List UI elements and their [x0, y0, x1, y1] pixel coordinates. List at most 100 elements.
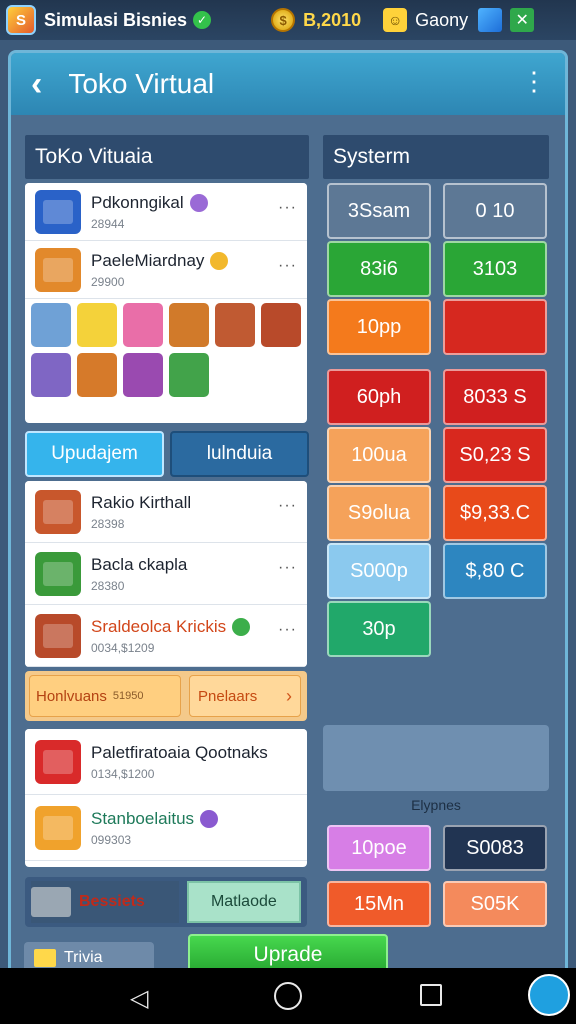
truck-icon[interactable]: [31, 303, 71, 347]
item-name: Pdkonngikal: [91, 192, 184, 212]
nav-back-icon[interactable]: ◁: [130, 984, 148, 1013]
green-box-icon[interactable]: [169, 353, 209, 397]
item-sub: 28944: [91, 216, 125, 231]
right-section-title: Systerm: [323, 135, 549, 179]
system-button[interactable]: 3Ssam: [327, 183, 431, 239]
item-name: Stanboelaitus: [91, 808, 195, 828]
status-ok-icon: ✓: [193, 11, 212, 29]
list-item[interactable]: Bacla ckapla 28380 ···: [25, 543, 307, 605]
maintenance-button[interactable]: Matlaode: [186, 881, 301, 923]
system-button[interactable]: 100ua: [327, 427, 431, 483]
system-bottom-button[interactable]: S05K: [443, 881, 547, 927]
package-icon[interactable]: [123, 353, 163, 397]
shop-list-mid: Rakio Kirthall 28398 ··· Bacla ckapla 28…: [25, 481, 307, 667]
trivia-label: Trivia: [64, 949, 103, 966]
crate-icon: [35, 613, 81, 658]
list-item[interactable]: Pdkonngikal 28944 ···: [25, 183, 307, 241]
money-balance: B,2010: [303, 9, 362, 30]
bsets-label: Bessiets: [79, 893, 145, 910]
coin-icon: $: [271, 8, 296, 32]
store-panel: ‹ Toko Virtual ⋮ ToKo Vituaia Systerm Pd…: [8, 50, 568, 980]
bsets-button[interactable]: Bessiets: [31, 881, 179, 923]
list-item[interactable]: Rakio Kirthall 28398 ···: [25, 481, 307, 543]
smile-icon[interactable]: ☺: [383, 8, 408, 32]
item-more-icon[interactable]: ···: [278, 257, 297, 275]
list-item[interactable]: Paletfiratoaia Qootnaks 0134,$1200: [25, 729, 307, 795]
cart-icon[interactable]: [169, 303, 209, 347]
produce-box-icon: [35, 551, 81, 596]
gift-icon[interactable]: [123, 303, 163, 347]
system-button[interactable]: 10pp: [327, 299, 431, 355]
item-sub: 28398: [91, 516, 125, 531]
item-more-icon[interactable]: ···: [278, 559, 297, 577]
list-item[interactable]: PaeleMiardnay 29900 ···: [25, 241, 307, 299]
more-options-icon[interactable]: ⋮: [521, 67, 547, 95]
system-button[interactable]: $9,33.C: [443, 485, 547, 541]
game-label[interactable]: Gaony: [415, 10, 468, 31]
item-sub: 29900: [91, 274, 125, 289]
badge-icon: [189, 194, 208, 213]
trivia-icon: [34, 949, 56, 967]
list-item[interactable]: Stanboelaitus 099303: [25, 795, 307, 861]
chest-icon[interactable]: [77, 353, 117, 397]
nav-recent-icon[interactable]: [420, 984, 442, 1006]
app-shortcut-icon[interactable]: [528, 974, 570, 1016]
shop-list-top: Pdkonngikal 28944 ··· PaeleMiardnay 2990…: [25, 183, 307, 423]
promo-label: Honlvuans: [36, 687, 107, 705]
item-more-icon[interactable]: ···: [278, 497, 297, 515]
promo-card-products[interactable]: Pnelaars ›: [189, 675, 301, 717]
empty-slot: [323, 725, 549, 791]
back-arrow-icon[interactable]: ‹: [31, 65, 42, 104]
basket-icon[interactable]: [261, 303, 301, 347]
list-item[interactable]: Sraldeolca Krickis 0034,$1209 ···: [25, 605, 307, 667]
app-name: Simulasi Bisnies: [44, 9, 188, 30]
item-name: Bacla ckapla: [91, 554, 188, 574]
system-button[interactable]: S000p: [327, 543, 431, 599]
close-icon[interactable]: ✕: [510, 8, 535, 32]
footer-actions: Bessiets Matlaode: [25, 877, 307, 927]
system-button[interactable]: 3103: [443, 241, 547, 297]
package-icon: [35, 805, 81, 850]
tab-industry[interactable]: lulnduia: [170, 431, 309, 477]
check-badge-icon: [232, 618, 251, 637]
chevron-right-icon: ›: [286, 685, 292, 706]
left-section-title: ToKo Vituaia: [25, 135, 309, 179]
tab-upgrade[interactable]: Upudajem: [25, 431, 164, 477]
nav-home-icon[interactable]: [274, 982, 302, 1010]
panel-header: ‹ Toko Virtual ⋮: [11, 53, 565, 115]
tools-icon: [31, 887, 71, 917]
item-name: PaeleMiardnay: [91, 250, 205, 270]
tab-bar: Upudajem lulnduia: [25, 431, 309, 477]
system-button[interactable]: S0,23 S: [443, 427, 547, 483]
promo-card-holidays[interactable]: Honlvuans 51950: [29, 675, 181, 717]
shop-list-low: Paletfiratoaia Qootnaks 0134,$1200 Stanb…: [25, 729, 307, 867]
promo-sub: 51950: [112, 690, 144, 702]
system-nav-bar: ◁: [0, 968, 576, 1024]
item-name: Rakio Kirthall: [91, 492, 192, 512]
badge-icon: [210, 252, 229, 271]
system-bottom-button[interactable]: S0083: [443, 825, 547, 871]
system-button[interactable]: 30p: [327, 601, 431, 657]
system-button[interactable]: $,80 C: [443, 543, 547, 599]
system-bottom-button[interactable]: 15Mn: [327, 881, 431, 927]
system-button[interactable]: 8033 S: [443, 369, 547, 425]
system-button[interactable]: S9olua: [327, 485, 431, 541]
system-bottom-button[interactable]: 10poe: [327, 825, 431, 871]
promo-bar: Honlvuans 51950 Pnelaars ›: [25, 671, 307, 721]
system-button[interactable]: 60ph: [327, 369, 431, 425]
item-more-icon[interactable]: ···: [278, 621, 297, 639]
item-more-icon[interactable]: ···: [278, 199, 297, 217]
system-button[interactable]: 0 10: [443, 183, 547, 239]
system-button[interactable]: 83i6: [327, 241, 431, 297]
cube-icon[interactable]: [478, 8, 503, 32]
box-icon[interactable]: [77, 303, 117, 347]
item-name: Paletfiratoaia Qootnaks: [91, 742, 268, 762]
item-sub: 0134,$1200: [91, 766, 155, 781]
crate-icon[interactable]: [215, 303, 255, 347]
machine-icon[interactable]: [31, 353, 71, 397]
system-button[interactable]: [443, 299, 547, 355]
item-sub: 099303: [91, 832, 132, 847]
item-thumb-icon: [35, 247, 81, 292]
promo-label: Pnelaars: [198, 687, 258, 705]
gift-box-icon: [35, 739, 81, 784]
